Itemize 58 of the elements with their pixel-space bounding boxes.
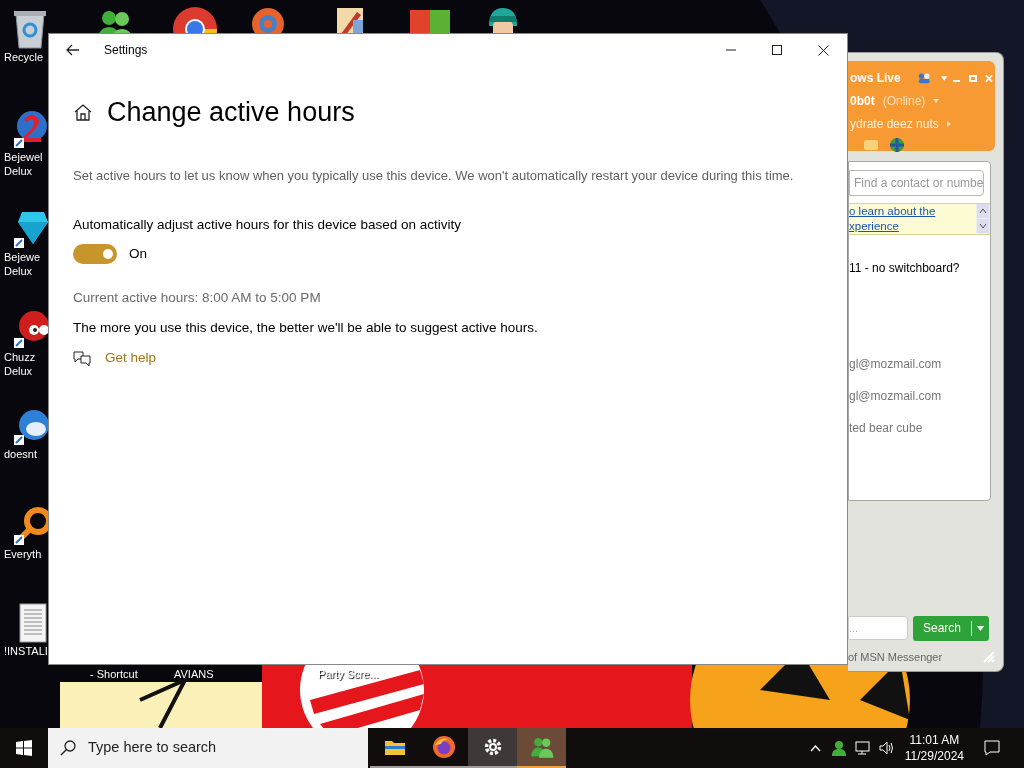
notice-link[interactable]: xperience — [849, 219, 976, 234]
start-icon[interactable] — [16, 740, 32, 756]
icon-label[interactable]: doesnt — [4, 447, 38, 461]
icon-label[interactable]: Everyth — [4, 547, 42, 561]
scrollbar[interactable] — [976, 204, 990, 234]
clock-date[interactable]: 11/29/2024 — [904, 748, 964, 764]
footer-text: of MSN Messenger — [848, 649, 944, 665]
people-icon[interactable] — [830, 740, 847, 756]
toggle-label: Automatically adjust active hours for this device based on activity — [73, 215, 462, 234]
icon-label[interactable]: !INSTALI — [4, 644, 48, 658]
toggle-state: On — [129, 244, 147, 263]
icon-label[interactable]: - Shortcut — [90, 666, 138, 683]
fuzzball-icon[interactable] — [12, 308, 48, 350]
folder-icon — [383, 738, 406, 756]
notice-link[interactable]: o learn about the — [849, 204, 976, 219]
number-icon[interactable] — [12, 108, 48, 150]
back-arrow-icon[interactable] — [66, 44, 80, 56]
icon-label[interactable]: AVIANS — [174, 666, 214, 683]
window-title: ows Live — [850, 70, 901, 87]
people-icon — [529, 735, 554, 759]
notification-icon[interactable] — [984, 740, 1000, 756]
network-icon[interactable] — [854, 741, 871, 755]
browser-icon — [431, 735, 456, 759]
window-title: Settings — [104, 42, 148, 59]
taskbar-app-button[interactable] — [468, 728, 517, 768]
contact-entry[interactable]: gl@mozmail.com — [849, 387, 990, 405]
icon-label[interactable]: Chuzz — [4, 350, 36, 364]
recycle-bin-icon[interactable] — [12, 8, 48, 50]
info-text: The more you use this device, the better we'll be able to suggest active hours. — [73, 319, 539, 338]
magnifier-icon[interactable] — [12, 505, 48, 547]
search-box[interactable]: Type here to search — [48, 728, 368, 768]
resize-grip-icon[interactable] — [983, 650, 995, 663]
page-heading: Change active hours — [107, 96, 355, 129]
icon-label[interactable]: Bejewel — [4, 150, 43, 164]
get-help-link[interactable]: Get help — [105, 347, 157, 368]
home-icon[interactable] — [73, 103, 93, 122]
icon-label[interactable]: Delux — [4, 364, 33, 378]
icon-label[interactable]: Delux — [4, 164, 33, 178]
volume-icon[interactable] — [878, 741, 895, 755]
icon-label[interactable]: Delux — [4, 264, 33, 278]
description-text: Set active hours to let us know when you typically use this device. We won't automatically restart your device during this time. — [73, 166, 795, 185]
maximize-icon[interactable] — [772, 45, 782, 55]
contact-entry[interactable]: gl@mozmail.com — [849, 355, 990, 373]
search-icon — [60, 740, 76, 756]
icon-label[interactable]: Party Scre... — [318, 666, 379, 683]
close-icon[interactable] — [818, 44, 829, 56]
chat-help-icon — [73, 349, 91, 366]
caret-down-icon[interactable] — [977, 625, 984, 631]
contact-entry[interactable]: 11 - no switchboard? — [849, 259, 990, 277]
icon-label[interactable]: Bejewe — [4, 250, 41, 264]
clock-time[interactable]: 11:01 AM — [909, 732, 960, 748]
current-hours-text: Current active hours: 8:00 AM to 5:00 PM — [73, 289, 322, 307]
contact-entry[interactable]: ted bear cube — [849, 419, 990, 437]
globe-icon[interactable] — [890, 138, 904, 152]
settings-icon — [482, 737, 503, 757]
toggle-switch[interactable] — [73, 243, 117, 264]
chevron-up-icon[interactable] — [809, 744, 821, 752]
icon-label[interactable]: Recycle — [4, 50, 44, 64]
